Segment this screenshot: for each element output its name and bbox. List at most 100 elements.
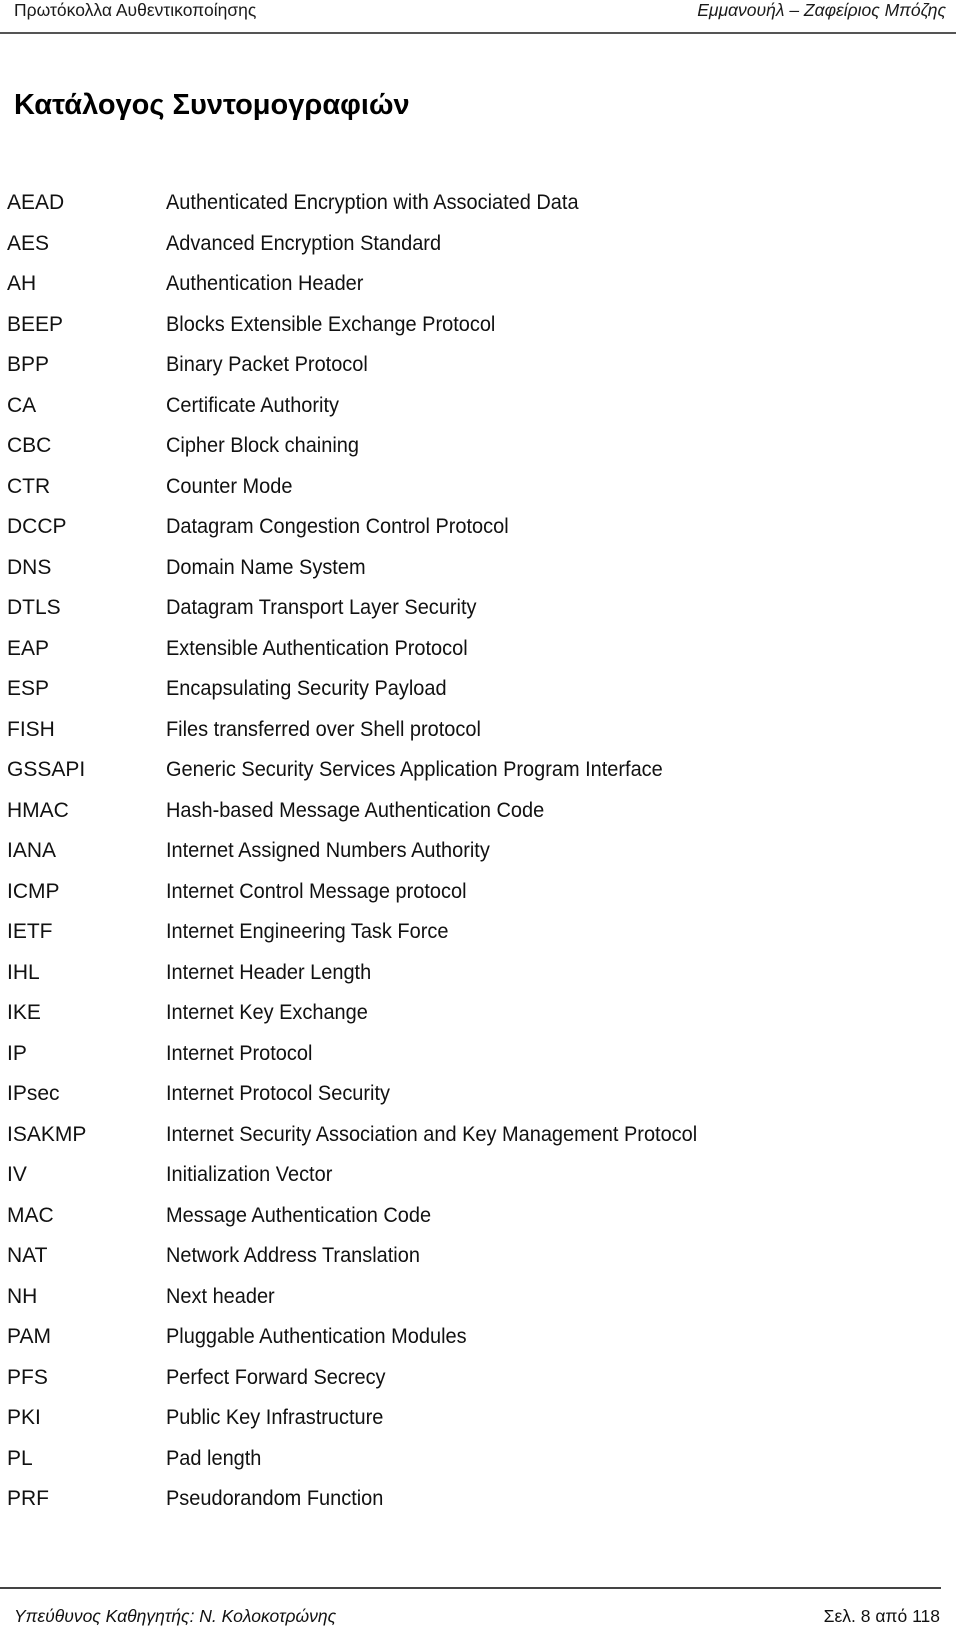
abbreviation-row: PRF Pseudorandom Function xyxy=(0,1486,960,1527)
abbreviation-definition: Network Address Translation xyxy=(166,1244,420,1267)
abbreviation-row: ICMP Internet Control Message protocol xyxy=(0,879,960,920)
abbreviation-definition: Blocks Extensible Exchange Protocol xyxy=(166,312,496,336)
abbreviation-definition: Binary Packet Protocol xyxy=(166,353,368,376)
abbreviation-term: PRF xyxy=(7,1487,49,1510)
abbreviation-definition: Internet Control Message protocol xyxy=(166,879,467,903)
abbreviation-term: AH xyxy=(7,272,37,295)
abbreviation-row: AES Advanced Encryption Standard xyxy=(0,231,960,272)
abbreviation-term: PL xyxy=(7,1446,33,1470)
abbreviation-definition: Message Authentication Code xyxy=(166,1203,432,1227)
abbreviation-term: DCCP xyxy=(7,515,67,538)
abbreviation-definition: Advanced Encryption Standard xyxy=(166,231,442,255)
abbreviation-definition: Internet Protocol Security xyxy=(166,1082,390,1105)
abbreviation-row: IANA Internet Assigned Numbers Authority xyxy=(0,838,960,879)
abbreviation-term: IP xyxy=(7,1041,27,1065)
abbreviation-term: AEAD xyxy=(7,191,65,214)
abbreviation-definition: Certificate Authority xyxy=(166,393,339,417)
header-divider xyxy=(0,32,956,34)
abbreviation-term: PFS xyxy=(7,1365,48,1389)
abbreviation-term: IPsec xyxy=(7,1082,60,1105)
abbreviation-row: IV Initialization Vector xyxy=(0,1162,960,1203)
abbreviation-term: MAC xyxy=(7,1203,54,1227)
abbreviation-definition: Internet Assigned Numbers Authority xyxy=(166,839,490,862)
abbreviation-term: CTR xyxy=(7,474,51,498)
abbreviation-definition: Hash-based Message Authentication Code xyxy=(166,798,545,822)
abbreviation-row: CTR Counter Mode xyxy=(0,474,960,515)
abbreviation-term: HMAC xyxy=(7,798,69,822)
footer-divider xyxy=(0,1587,941,1589)
abbreviation-row: AEAD Authenticated Encryption with Associ… xyxy=(0,190,960,231)
abbreviation-row: IPsec Internet Protocol Security xyxy=(0,1081,960,1122)
abbreviation-row: IKE Internet Key Exchange xyxy=(0,1000,960,1041)
abbreviation-row: NH Next header xyxy=(0,1284,960,1325)
abbreviation-term: DNS xyxy=(7,555,52,579)
abbreviation-row: FISH Files transferred over Shell protoco… xyxy=(0,717,960,758)
abbreviation-row: PKI Public Key Infrastructure xyxy=(0,1405,960,1446)
abbreviation-definition: Internet Security Association and Key Ma… xyxy=(166,1122,698,1146)
abbreviation-row: CBC Cipher Block chaining xyxy=(0,433,960,474)
abbreviation-definition: Perfect Forward Secrecy xyxy=(166,1365,386,1389)
abbreviation-definition: Generic Security Services Application Pr… xyxy=(166,758,663,781)
abbreviation-row: IETF Internet Engineering Task Force xyxy=(0,919,960,960)
abbreviation-row: CA Certificate Authority xyxy=(0,393,960,434)
abbreviation-definition: Authentication Header xyxy=(166,272,364,295)
abbreviation-definition: Datagram Congestion Control Protocol xyxy=(166,515,509,538)
abbreviation-row: HMAC Hash-based Message Authentication Co… xyxy=(0,798,960,839)
abbreviation-term: EAP xyxy=(7,636,50,660)
abbreviation-term: PAM xyxy=(7,1325,51,1348)
abbreviation-definition: Pluggable Authentication Modules xyxy=(166,1325,467,1348)
abbreviation-definition: Internet Key Exchange xyxy=(166,1001,368,1024)
abbreviation-term: IANA xyxy=(7,839,57,862)
abbreviation-term: AES xyxy=(7,231,50,255)
abbreviation-term: DTLS xyxy=(7,596,61,619)
abbreviation-term: NH xyxy=(7,1284,38,1308)
abbreviation-term: GSSAPI xyxy=(7,758,86,781)
abbreviation-term: CBC xyxy=(7,434,52,457)
abbreviation-definition: Next header xyxy=(166,1284,275,1308)
abbreviation-definition: Public Key Infrastructure xyxy=(166,1406,384,1429)
abbreviation-row: PAM Pluggable Authentication Modules xyxy=(0,1324,960,1365)
abbreviation-term: NAT xyxy=(7,1244,48,1267)
page-header: Πρωτόκολλα Αυθεντικοποίησης Εμμανουήλ – … xyxy=(0,0,960,36)
abbreviation-definition: Encapsulating Security Payload xyxy=(166,677,447,700)
abbreviation-row: AH Authentication Header xyxy=(0,271,960,312)
abbreviation-row: IP Internet Protocol xyxy=(0,1041,960,1082)
header-author: Εμμανουήλ – Ζαφείριος Μπόζης xyxy=(697,0,946,20)
abbreviation-definition: Extensible Authentication Protocol xyxy=(166,636,468,660)
abbreviation-list: AEAD Authenticated Encryption with Associ… xyxy=(0,190,960,1527)
abbreviation-row: DTLS Datagram Transport Layer Security xyxy=(0,595,960,636)
abbreviation-row: EAP Extensible Authentication Protocol xyxy=(0,636,960,677)
abbreviation-definition: Internet Header Length xyxy=(166,960,372,984)
abbreviation-row: NAT Network Address Translation xyxy=(0,1243,960,1284)
abbreviation-definition: Cipher Block chaining xyxy=(166,434,359,457)
abbreviation-row: BEEP Blocks Extensible Exchange Protocol xyxy=(0,312,960,353)
abbreviation-row: BPP Binary Packet Protocol xyxy=(0,352,960,393)
abbreviation-term: PKI xyxy=(7,1406,41,1429)
abbreviation-term: CA xyxy=(7,393,37,417)
abbreviation-row: ESP Encapsulating Security Payload xyxy=(0,676,960,717)
footer-supervisor: Υπεύθυνος Καθηγητής: Ν. Κολοκοτρώνης xyxy=(14,1606,337,1626)
abbreviation-term: ISAKMP xyxy=(7,1122,87,1146)
abbreviation-definition: Datagram Transport Layer Security xyxy=(166,596,477,619)
abbreviation-definition: Internet Protocol xyxy=(166,1041,313,1065)
abbreviation-definition: Internet Engineering Task Force xyxy=(166,920,449,943)
abbreviation-definition: Pad length xyxy=(166,1446,262,1470)
abbreviation-term: BPP xyxy=(7,353,50,376)
abbreviation-row: PFS Perfect Forward Secrecy xyxy=(0,1365,960,1406)
abbreviation-definition: Domain Name System xyxy=(166,555,366,579)
abbreviation-definition: Counter Mode xyxy=(166,474,293,498)
abbreviation-row: IHL Internet Header Length xyxy=(0,960,960,1001)
abbreviation-definition: Files transferred over Shell protocol xyxy=(166,717,481,741)
abbreviation-term: ESP xyxy=(7,677,50,700)
abbreviation-term: FISH xyxy=(7,717,55,741)
header-document-title: Πρωτόκολλα Αυθεντικοποίησης xyxy=(14,0,257,20)
abbreviation-term: IHL xyxy=(7,960,40,984)
abbreviation-row: ISAKMP Internet Security Association and … xyxy=(0,1122,960,1163)
abbreviation-term: IV xyxy=(7,1163,27,1186)
abbreviation-row: MAC Message Authentication Code xyxy=(0,1203,960,1244)
abbreviation-term: ICMP xyxy=(7,879,60,903)
abbreviation-row: PL Pad length xyxy=(0,1446,960,1487)
abbreviation-definition: Authenticated Encryption with Associated… xyxy=(166,191,579,214)
abbreviation-row: DNS Domain Name System xyxy=(0,555,960,596)
abbreviation-definition: Initialization Vector xyxy=(166,1163,333,1186)
